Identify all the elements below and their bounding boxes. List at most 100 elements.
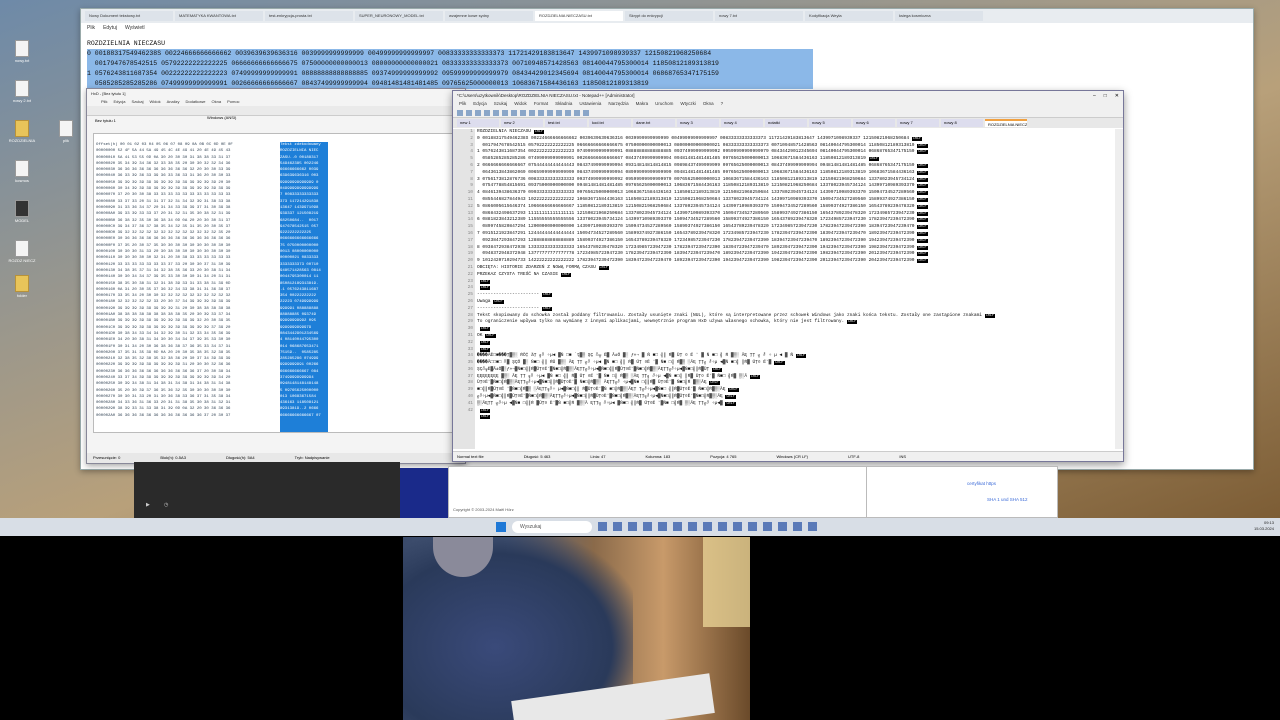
- npp-menu-item[interactable]: Okna: [703, 101, 714, 107]
- notepad-tab[interactable]: Kodyfikacja Weyla: [805, 11, 893, 21]
- link-sha[interactable]: SHA 1 und SHA 512: [987, 497, 1028, 502]
- zoom-in-icon[interactable]: [574, 110, 580, 116]
- find-icon[interactable]: [556, 110, 562, 116]
- close-file-icon[interactable]: [493, 110, 499, 116]
- desktop-icon-3[interactable]: plik: [50, 120, 82, 154]
- npp-tab[interactable]: nowy 5: [809, 119, 851, 127]
- undo-icon[interactable]: [538, 110, 544, 116]
- taskbar-app-icon[interactable]: [733, 522, 742, 531]
- npp-tab[interactable]: new 2: [501, 119, 543, 127]
- taskbar-app-icon[interactable]: [613, 522, 622, 531]
- desktop-icon-4[interactable]: kosmos: [6, 160, 38, 194]
- notepad-tab[interactable]: test-enkrypcja-prosta.txt: [265, 11, 353, 21]
- taskbar-app-icon[interactable]: [628, 522, 637, 531]
- hex-dump[interactable]: Offset(h) 00 01 02 03 04 05 06 07 08 09 …: [96, 142, 276, 432]
- taskbar-app-icon[interactable]: [808, 522, 817, 531]
- hex-panel[interactable]: Offset(h) 00 01 02 03 04 05 06 07 08 09 …: [93, 133, 461, 433]
- npp-menu-item[interactable]: Makra: [636, 101, 649, 107]
- npp-tab[interactable]: new 1: [457, 119, 499, 127]
- npp-tab[interactable]: dane.txt: [633, 119, 675, 127]
- npp-menu-item[interactable]: ?: [721, 101, 724, 107]
- hex-menu-item[interactable]: Dodatkowe: [186, 99, 206, 105]
- taskbar-search[interactable]: Wyszukaj: [512, 521, 592, 533]
- npp-tab[interactable]: nowy 7: [897, 119, 939, 127]
- hex-menu-item[interactable]: Pomoc: [227, 99, 239, 105]
- hex-decoded-text[interactable]: Tekst zdekodowany ROZDZIELNIA NIEC ZASU.…: [280, 142, 328, 432]
- copy-icon[interactable]: [520, 110, 526, 116]
- video-player-strip[interactable]: ▶ ◷: [134, 462, 400, 518]
- notepad-tab[interactable]: MATEMATYKA KWANTOWA.txt: [175, 11, 263, 21]
- minimize-icon[interactable]: –: [1093, 93, 1096, 99]
- redo-icon[interactable]: [547, 110, 553, 116]
- notepad-tab[interactable]: Skrypt do enkrypcji: [625, 11, 713, 21]
- taskbar-clock[interactable]: 09:13 15.03.2024: [1254, 520, 1274, 532]
- npp-tab[interactable]: nowy 3: [677, 119, 719, 127]
- npp-code-area[interactable]: ROZDZIELNIA NIECZASU CRLF 0 0018831754946…: [477, 129, 1117, 449]
- notepad-content[interactable]: ROZDZIELNIA NIECZASU 0 0018831754946238S…: [81, 35, 1253, 93]
- hex-menu-item[interactable]: Plik: [101, 99, 107, 105]
- taskbar-app-icon[interactable]: [598, 522, 607, 531]
- npp-tab[interactable]: kod.txt: [589, 119, 631, 127]
- hex-encoding-select[interactable]: Windows (ANSI): [207, 115, 236, 120]
- notepad-tab[interactable]: ksiega kosmiczna: [895, 11, 983, 21]
- taskbar-app-icon[interactable]: [658, 522, 667, 531]
- hex-menu-item[interactable]: Widok: [149, 99, 160, 105]
- taskbar-app-icon[interactable]: [793, 522, 802, 531]
- desktop-icon-5[interactable]: MODEL: [6, 200, 38, 234]
- taskbar-app-icon[interactable]: [673, 522, 682, 531]
- npp-menu-item[interactable]: Szukaj: [494, 101, 508, 107]
- taskbar-app-icon[interactable]: [688, 522, 697, 531]
- taskbar-app-icon[interactable]: [643, 522, 652, 531]
- npp-menu-item[interactable]: Uruchom: [655, 101, 673, 107]
- cut-icon[interactable]: [511, 110, 517, 116]
- npp-tab[interactable]: test.txt: [545, 119, 587, 127]
- notepad-tab[interactable]: Nowy Dokument tekstowy.txt: [85, 11, 173, 21]
- npp-editor[interactable]: 1 2 3 4 5 6 7 8 9 10 11 12 13 14 15 16 17 18 19 20 21 22 23 24 2…: [453, 129, 1117, 449]
- windows-start-icon[interactable]: [496, 522, 506, 532]
- taskbar-app-icon[interactable]: [763, 522, 772, 531]
- taskbar-app-icon[interactable]: [703, 522, 712, 531]
- hex-menu-item[interactable]: Edycja: [113, 99, 125, 105]
- npp-menu-item[interactable]: Format: [534, 101, 548, 107]
- hex-menu-item[interactable]: Okna: [212, 99, 222, 105]
- browser-window-fragment[interactable]: Copyright © 2003-2024 Maël Hörz: [448, 466, 868, 518]
- taskbar-app-icon[interactable]: [778, 522, 787, 531]
- zoom-out-icon[interactable]: [583, 110, 589, 116]
- replace-icon[interactable]: [565, 110, 571, 116]
- desktop-icon-2[interactable]: ROZDZIELNIA: [6, 120, 38, 154]
- link-https[interactable]: certyfikat https: [967, 481, 996, 486]
- taskbar-app-icon[interactable]: [718, 522, 727, 531]
- notepad-tab[interactable]: wzajemne kowe sydny: [445, 11, 533, 21]
- npp-tab[interactable]: notatki: [765, 119, 807, 127]
- hex-menu-item[interactable]: Analizy: [167, 99, 180, 105]
- paste-icon[interactable]: [529, 110, 535, 116]
- play-icon[interactable]: ▶: [146, 502, 150, 508]
- npp-menu-item[interactable]: Ustawienia: [579, 101, 601, 107]
- npp-menu-item[interactable]: Składnia: [555, 101, 572, 107]
- vertical-scrollbar[interactable]: [1115, 129, 1123, 449]
- save-all-icon[interactable]: [484, 110, 490, 116]
- npp-tab[interactable]: nowy 4: [721, 119, 763, 127]
- npp-menu-item[interactable]: Edycja: [473, 101, 487, 107]
- desktop-icon-7[interactable]: folder: [6, 275, 38, 309]
- npp-menu-item[interactable]: Widok: [514, 101, 527, 107]
- desktop-icon-1[interactable]: nowy 2.txt: [6, 80, 38, 114]
- hex-menu-item[interactable]: Szukaj: [131, 99, 143, 105]
- notepad-tab-active[interactable]: ROZDZIELNIA NIECZASU.txt: [535, 11, 623, 21]
- npp-menu-item[interactable]: Plik: [459, 101, 466, 107]
- npp-tab-active[interactable]: ROZDZIELNIA NIECZASU.txt: [985, 119, 1027, 127]
- npp-menu-item[interactable]: Wtyczki: [680, 101, 696, 107]
- taskbar-app-icon[interactable]: [748, 522, 757, 531]
- npp-tab[interactable]: nowy 6: [853, 119, 895, 127]
- close-icon[interactable]: ✕: [1115, 93, 1119, 99]
- menu-file[interactable]: Plik: [87, 25, 95, 33]
- notepadpp-window[interactable]: *C:\Users\uzytkownik\Desktop\ROZDZIELNIA…: [452, 90, 1124, 462]
- notepad-tab[interactable]: nowy 7.txt: [715, 11, 803, 21]
- open-icon[interactable]: [466, 110, 472, 116]
- hex-tab[interactable]: Bez tytułu 1: [87, 116, 465, 125]
- menu-view[interactable]: Wyświetl: [125, 25, 145, 33]
- npp-menu-item[interactable]: Narzędzia: [608, 101, 628, 107]
- print-icon[interactable]: [502, 110, 508, 116]
- side-panel-window[interactable]: certyfikat https SHA 1 und SHA 512: [866, 466, 1058, 518]
- maximize-icon[interactable]: □: [1104, 93, 1107, 99]
